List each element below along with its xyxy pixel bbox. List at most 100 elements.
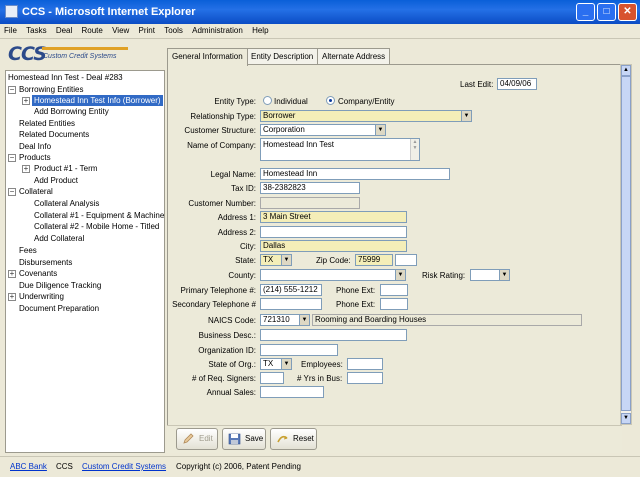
tree-add-product[interactable]: Add Product <box>34 175 78 186</box>
minimize-button[interactable]: _ <box>576 3 595 21</box>
expand-icon[interactable]: + <box>22 165 30 173</box>
relationship-type-select[interactable]: Borrower ▼ <box>260 110 472 122</box>
tree-related-documents[interactable]: Related Documents <box>19 129 89 140</box>
state-value: TX <box>263 255 274 264</box>
secondary-phone-field[interactable] <box>260 298 322 310</box>
collapse-icon[interactable]: − <box>8 188 16 196</box>
copyright-text: Copyright (c) 2006, Patent Pending <box>176 462 301 471</box>
entity-type-label: Entity Type: <box>214 97 256 106</box>
county-select[interactable]: ▼ <box>260 269 406 281</box>
collapse-icon[interactable]: − <box>8 86 16 94</box>
menu-file[interactable]: File <box>0 24 20 35</box>
tab-alternate-address[interactable]: Alternate Address <box>317 48 391 65</box>
tab-entity-description[interactable]: Entity Description <box>246 48 319 65</box>
entity-type-individual-radio[interactable] <box>263 96 272 105</box>
employees-field[interactable] <box>347 358 383 370</box>
state-of-org-value: TX <box>263 359 274 368</box>
risk-rating-select[interactable]: ▼ <box>470 269 510 281</box>
county-label: County: <box>228 271 256 280</box>
naics-code-select[interactable]: 721310 ▼ <box>260 314 310 326</box>
address2-field[interactable] <box>260 226 407 238</box>
menu-print[interactable]: Print <box>135 24 158 35</box>
expand-icon[interactable]: + <box>22 97 30 105</box>
phone-ext-field[interactable] <box>380 284 408 296</box>
company-name-field[interactable]: Homestead Inn Test ▲ ▼ <box>260 138 420 161</box>
menu-tools[interactable]: Tools <box>160 24 186 35</box>
tab-general-information[interactable]: General Information <box>167 48 248 66</box>
phone-ext2-label: Phone Ext: <box>336 300 376 309</box>
tree-borrowing-entities[interactable]: Borrowing Entities <box>19 84 83 95</box>
customer-number-label: Customer Number: <box>188 199 256 208</box>
company-name-value: Homestead Inn Test <box>263 140 335 149</box>
custom-credit-systems-link[interactable]: Custom Credit Systems <box>82 457 166 476</box>
pencil-icon <box>183 433 194 444</box>
reset-button[interactable]: Reset <box>270 428 317 450</box>
legal-name-field[interactable]: Homestead Inn <box>260 168 450 180</box>
expand-icon[interactable]: + <box>8 293 16 301</box>
scroll-thumb[interactable] <box>621 76 631 411</box>
tree-borrower-info[interactable]: Homestead Inn Test Info (Borrower) <box>32 95 163 106</box>
yrs-in-bus-field[interactable] <box>347 372 383 384</box>
address2-label: Address 2: <box>217 228 256 237</box>
save-button[interactable]: Save <box>222 428 266 450</box>
scroll-down-icon[interactable]: ▼ <box>621 413 631 424</box>
phone-ext2-field[interactable] <box>380 298 408 310</box>
tree-collateral[interactable]: Collateral <box>19 186 53 197</box>
tax-id-field[interactable]: 38-2382823 <box>260 182 360 194</box>
customer-number-field[interactable] <box>260 197 360 209</box>
dropdown-arrow-icon: ▼ <box>395 270 405 280</box>
menu-deal[interactable]: Deal <box>52 24 75 35</box>
address1-field[interactable]: 3 Main Street <box>260 211 407 223</box>
tree-root[interactable]: Homestead Inn Test - Deal #283 <box>8 72 123 83</box>
save-button-label: Save <box>245 434 264 443</box>
menu-tasks[interactable]: Tasks <box>22 24 49 35</box>
menu-help[interactable]: Help <box>248 24 271 35</box>
tree-collateral-2[interactable]: Collateral #2 - Mobile Home - Titled <box>34 221 159 232</box>
reset-button-label: Reset <box>293 434 314 443</box>
business-desc-label: Business Desc.: <box>198 331 256 340</box>
form-scrollbar[interactable]: ▲ ▼ <box>620 64 632 425</box>
zip-code-field[interactable]: 75999 <box>355 254 393 266</box>
customer-structure-value: Corporation <box>263 125 305 134</box>
business-desc-field[interactable] <box>260 329 407 341</box>
annual-sales-field[interactable] <box>260 386 324 398</box>
menu-view[interactable]: View <box>108 24 132 35</box>
secondary-phone-label: Secondary Telephone # <box>172 300 256 309</box>
tree-products[interactable]: Products <box>19 152 51 163</box>
city-field[interactable]: Dallas <box>260 240 407 252</box>
tree-deal-info[interactable]: Deal Info <box>19 141 51 152</box>
textarea-scroll-icon[interactable]: ▲ ▼ <box>410 139 419 160</box>
scroll-up-icon[interactable]: ▲ <box>621 65 631 76</box>
maximize-button[interactable]: □ <box>597 3 616 21</box>
collapse-icon[interactable]: − <box>8 154 16 162</box>
tree-collateral-analysis[interactable]: Collateral Analysis <box>34 198 99 209</box>
tree-covenants[interactable]: Covenants <box>19 268 57 279</box>
tree-add-collateral[interactable]: Add Collateral <box>34 233 84 244</box>
tree-fees[interactable]: Fees <box>19 245 37 256</box>
state-of-org-select[interactable]: TX ▼ <box>260 358 292 370</box>
tree-collateral-1[interactable]: Collateral #1 - Equipment & Machinery <box>34 210 164 221</box>
annual-sales-label: Annual Sales: <box>206 388 256 397</box>
state-select[interactable]: TX ▼ <box>260 254 292 266</box>
menu-administration[interactable]: Administration <box>188 24 246 35</box>
edit-button[interactable]: Edit <box>176 428 218 450</box>
organization-id-label: Organization ID: <box>198 346 256 355</box>
menu-route[interactable]: Route <box>78 24 106 35</box>
customer-structure-select[interactable]: Corporation ▼ <box>260 124 386 136</box>
organization-id-field[interactable] <box>260 344 338 356</box>
tree-disbursements[interactable]: Disbursements <box>19 257 72 268</box>
entity-type-company-radio[interactable] <box>326 96 335 105</box>
req-signers-field[interactable] <box>260 372 284 384</box>
tree-related-entities[interactable]: Related Entities <box>19 118 75 129</box>
tree-underwriting[interactable]: Underwriting <box>19 291 64 302</box>
tree-add-borrowing-entity[interactable]: Add Borrowing Entity <box>34 106 109 117</box>
primary-phone-field[interactable]: (214) 555-1212 <box>260 284 322 296</box>
abc-bank-link[interactable]: ABC Bank <box>10 457 47 476</box>
state-of-org-label: State of Org.: <box>208 360 256 369</box>
zip-ext-field[interactable] <box>395 254 417 266</box>
tree-due-diligence[interactable]: Due Diligence Tracking <box>19 280 101 291</box>
tree-document-preparation[interactable]: Document Preparation <box>19 303 99 314</box>
expand-icon[interactable]: + <box>8 270 16 278</box>
tree-product-1[interactable]: Product #1 - Term <box>34 163 97 174</box>
close-button[interactable]: ✕ <box>618 3 637 21</box>
